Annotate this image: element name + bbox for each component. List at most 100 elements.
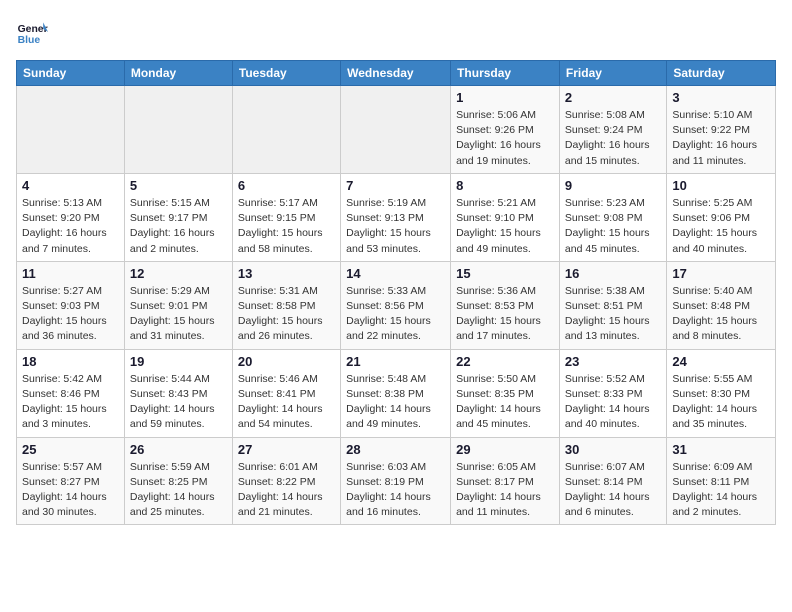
logo: General Blue xyxy=(16,16,48,48)
day-info: Sunrise: 5:48 AMSunset: 8:38 PMDaylight:… xyxy=(346,372,445,433)
calendar-cell: 23Sunrise: 5:52 AMSunset: 8:33 PMDayligh… xyxy=(559,349,666,437)
calendar-week-row: 18 Sunrise: 5:42 AMSunset: 8:46 PMDayligh… xyxy=(17,349,776,437)
calendar-cell: 31 Sunrise: 6:09 AMSunset: 8:11 PMDayligh… xyxy=(667,437,776,525)
day-info: Sunrise: 5:21 AMSunset: 9:10 PMDaylight:… xyxy=(456,196,554,257)
calendar-cell xyxy=(124,86,232,174)
day-info: Sunrise: 5:06 AMSunset: 9:26 PMDaylight:… xyxy=(456,108,554,169)
day-number: 11 xyxy=(22,266,119,281)
calendar-cell: 19Sunrise: 5:44 AMSunset: 8:43 PMDayligh… xyxy=(124,349,232,437)
calendar-cell: 29Sunrise: 6:05 AMSunset: 8:17 PMDayligh… xyxy=(451,437,560,525)
day-info: Sunrise: 5:08 AMSunset: 9:24 PMDaylight:… xyxy=(565,108,661,169)
day-number: 8 xyxy=(456,178,554,193)
calendar-week-row: 11 Sunrise: 5:27 AMSunset: 9:03 PMDayligh… xyxy=(17,261,776,349)
calendar-cell xyxy=(232,86,340,174)
day-number: 23 xyxy=(565,354,661,369)
day-number: 26 xyxy=(130,442,227,457)
calendar-cell: 13 Sunrise: 5:31 AMSunset: 8:58 PMDayligh… xyxy=(232,261,340,349)
calendar-cell: 16 Sunrise: 5:38 AMSunset: 8:51 PMDayligh… xyxy=(559,261,666,349)
day-info: Sunrise: 5:57 AMSunset: 8:27 PMDaylight:… xyxy=(22,460,119,521)
day-number: 4 xyxy=(22,178,119,193)
day-number: 5 xyxy=(130,178,227,193)
logo-icon: General Blue xyxy=(16,16,48,48)
day-info: Sunrise: 5:15 AMSunset: 9:17 PMDaylight:… xyxy=(130,196,227,257)
day-info: Sunrise: 6:09 AMSunset: 8:11 PMDaylight:… xyxy=(672,460,770,521)
calendar-cell: 24Sunrise: 5:55 AMSunset: 8:30 PMDayligh… xyxy=(667,349,776,437)
calendar-cell: 3 Sunrise: 5:10 AMSunset: 9:22 PMDaylight… xyxy=(667,86,776,174)
page-header: General Blue xyxy=(16,16,776,48)
calendar-cell: 27Sunrise: 6:01 AMSunset: 8:22 PMDayligh… xyxy=(232,437,340,525)
day-info: Sunrise: 5:17 AMSunset: 9:15 PMDaylight:… xyxy=(238,196,335,257)
day-number: 18 xyxy=(22,354,119,369)
day-info: Sunrise: 5:36 AMSunset: 8:53 PMDaylight:… xyxy=(456,284,554,345)
calendar-cell: 20 Sunrise: 5:46 AMSunset: 8:41 PMDayligh… xyxy=(232,349,340,437)
day-number: 14 xyxy=(346,266,445,281)
calendar-body: 1 Sunrise: 5:06 AMSunset: 9:26 PMDaylight… xyxy=(17,86,776,525)
day-number: 7 xyxy=(346,178,445,193)
day-info: Sunrise: 5:19 AMSunset: 9:13 PMDaylight:… xyxy=(346,196,445,257)
day-info: Sunrise: 5:38 AMSunset: 8:51 PMDaylight:… xyxy=(565,284,661,345)
day-number: 25 xyxy=(22,442,119,457)
day-info: Sunrise: 5:31 AMSunset: 8:58 PMDaylight:… xyxy=(238,284,335,345)
day-info: Sunrise: 5:50 AMSunset: 8:35 PMDaylight:… xyxy=(456,372,554,433)
calendar-cell: 11 Sunrise: 5:27 AMSunset: 9:03 PMDayligh… xyxy=(17,261,125,349)
day-number: 1 xyxy=(456,90,554,105)
day-number: 13 xyxy=(238,266,335,281)
calendar-table: SundayMondayTuesdayWednesdayThursdayFrid… xyxy=(16,60,776,525)
day-number: 16 xyxy=(565,266,661,281)
calendar-cell: 4 Sunrise: 5:13 AMSunset: 9:20 PMDaylight… xyxy=(17,173,125,261)
day-info: Sunrise: 5:55 AMSunset: 8:30 PMDaylight:… xyxy=(672,372,770,433)
day-info: Sunrise: 5:23 AMSunset: 9:08 PMDaylight:… xyxy=(565,196,661,257)
calendar-cell: 15Sunrise: 5:36 AMSunset: 8:53 PMDayligh… xyxy=(451,261,560,349)
weekday-header: Thursday xyxy=(451,61,560,86)
weekday-header: Sunday xyxy=(17,61,125,86)
day-info: Sunrise: 5:33 AMSunset: 8:56 PMDaylight:… xyxy=(346,284,445,345)
day-info: Sunrise: 5:13 AMSunset: 9:20 PMDaylight:… xyxy=(22,196,119,257)
calendar-week-row: 1 Sunrise: 5:06 AMSunset: 9:26 PMDaylight… xyxy=(17,86,776,174)
calendar-cell: 1 Sunrise: 5:06 AMSunset: 9:26 PMDaylight… xyxy=(451,86,560,174)
day-number: 3 xyxy=(672,90,770,105)
calendar-week-row: 4 Sunrise: 5:13 AMSunset: 9:20 PMDaylight… xyxy=(17,173,776,261)
day-info: Sunrise: 5:46 AMSunset: 8:41 PMDaylight:… xyxy=(238,372,335,433)
calendar-cell: 2Sunrise: 5:08 AMSunset: 9:24 PMDaylight… xyxy=(559,86,666,174)
day-info: Sunrise: 5:10 AMSunset: 9:22 PMDaylight:… xyxy=(672,108,770,169)
calendar-cell: 6 Sunrise: 5:17 AMSunset: 9:15 PMDaylight… xyxy=(232,173,340,261)
day-info: Sunrise: 5:40 AMSunset: 8:48 PMDaylight:… xyxy=(672,284,770,345)
day-number: 29 xyxy=(456,442,554,457)
calendar-cell xyxy=(17,86,125,174)
calendar-cell: 10 Sunrise: 5:25 AMSunset: 9:06 PMDayligh… xyxy=(667,173,776,261)
day-number: 20 xyxy=(238,354,335,369)
calendar-cell: 8 Sunrise: 5:21 AMSunset: 9:10 PMDaylight… xyxy=(451,173,560,261)
day-info: Sunrise: 6:07 AMSunset: 8:14 PMDaylight:… xyxy=(565,460,661,521)
calendar-cell: 5 Sunrise: 5:15 AMSunset: 9:17 PMDaylight… xyxy=(124,173,232,261)
day-number: 30 xyxy=(565,442,661,457)
day-info: Sunrise: 5:29 AMSunset: 9:01 PMDaylight:… xyxy=(130,284,227,345)
day-number: 10 xyxy=(672,178,770,193)
day-info: Sunrise: 5:25 AMSunset: 9:06 PMDaylight:… xyxy=(672,196,770,257)
day-number: 22 xyxy=(456,354,554,369)
calendar-cell: 22 Sunrise: 5:50 AMSunset: 8:35 PMDayligh… xyxy=(451,349,560,437)
calendar-cell: 28 Sunrise: 6:03 AMSunset: 8:19 PMDayligh… xyxy=(341,437,451,525)
day-number: 28 xyxy=(346,442,445,457)
svg-text:Blue: Blue xyxy=(18,35,41,46)
calendar-cell: 18 Sunrise: 5:42 AMSunset: 8:46 PMDayligh… xyxy=(17,349,125,437)
calendar-cell xyxy=(341,86,451,174)
day-info: Sunrise: 5:42 AMSunset: 8:46 PMDaylight:… xyxy=(22,372,119,433)
calendar-cell: 25 Sunrise: 5:57 AMSunset: 8:27 PMDayligh… xyxy=(17,437,125,525)
calendar-cell: 21Sunrise: 5:48 AMSunset: 8:38 PMDayligh… xyxy=(341,349,451,437)
day-info: Sunrise: 5:59 AMSunset: 8:25 PMDaylight:… xyxy=(130,460,227,521)
day-number: 31 xyxy=(672,442,770,457)
day-info: Sunrise: 6:03 AMSunset: 8:19 PMDaylight:… xyxy=(346,460,445,521)
day-number: 17 xyxy=(672,266,770,281)
day-number: 12 xyxy=(130,266,227,281)
weekday-header: Wednesday xyxy=(341,61,451,86)
day-number: 27 xyxy=(238,442,335,457)
calendar-cell: 7 Sunrise: 5:19 AMSunset: 9:13 PMDaylight… xyxy=(341,173,451,261)
calendar-cell: 9 Sunrise: 5:23 AMSunset: 9:08 PMDaylight… xyxy=(559,173,666,261)
calendar-cell: 12 Sunrise: 5:29 AMSunset: 9:01 PMDayligh… xyxy=(124,261,232,349)
weekday-header: Monday xyxy=(124,61,232,86)
calendar-cell: 30 Sunrise: 6:07 AMSunset: 8:14 PMDayligh… xyxy=(559,437,666,525)
day-info: Sunrise: 5:44 AMSunset: 8:43 PMDaylight:… xyxy=(130,372,227,433)
day-number: 9 xyxy=(565,178,661,193)
day-number: 6 xyxy=(238,178,335,193)
day-info: Sunrise: 5:27 AMSunset: 9:03 PMDaylight:… xyxy=(22,284,119,345)
